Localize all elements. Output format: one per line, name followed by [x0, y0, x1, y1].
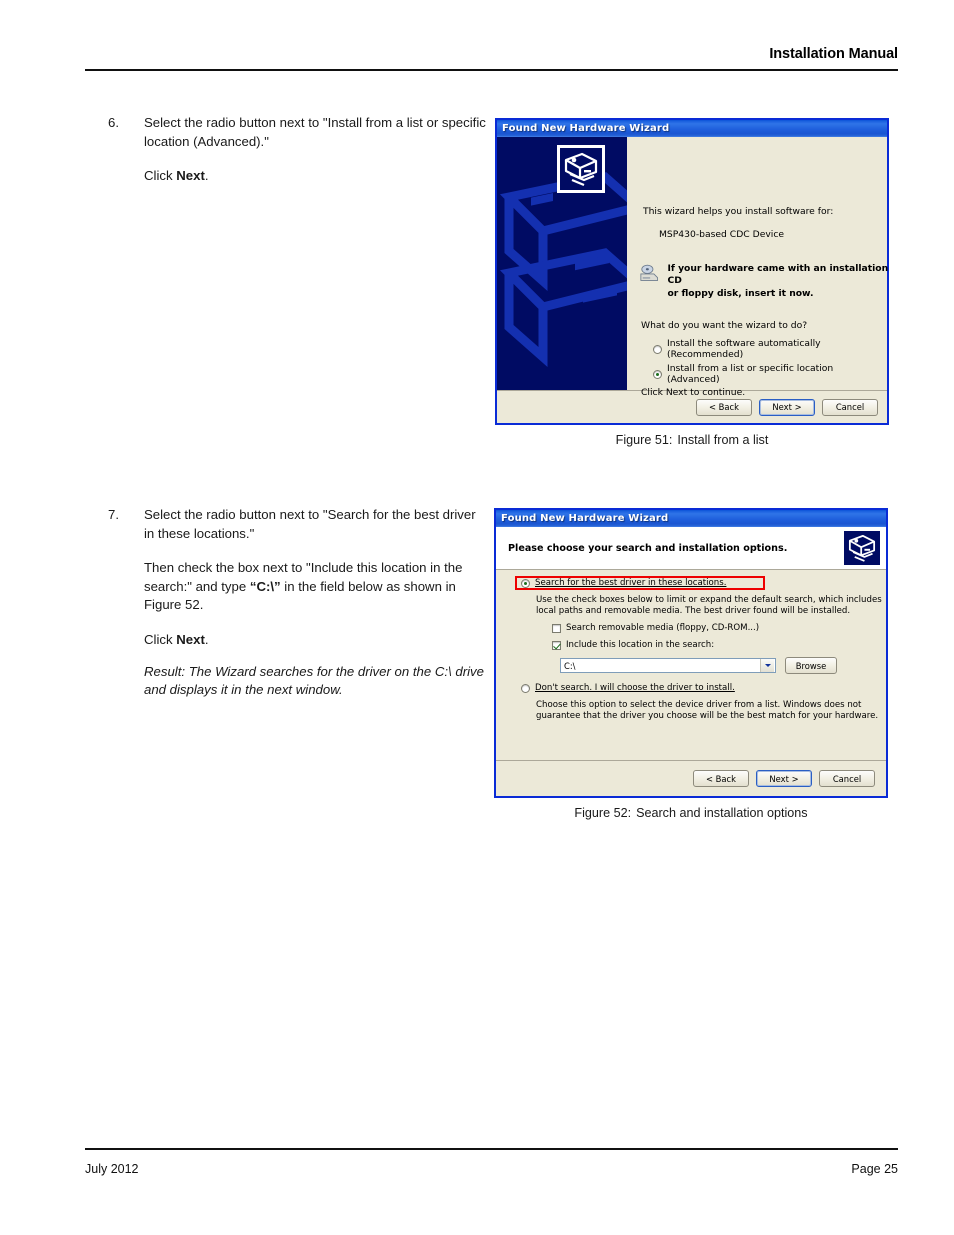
dialog-1-continue-text: Click Next to continue. [641, 387, 746, 398]
checkbox-search-removable-media-icon[interactable] [552, 623, 561, 633]
page-header: Installation Manual [85, 46, 898, 71]
dialog-2-header: Please choose your search and installati… [496, 527, 886, 570]
page-title: Installation Manual [769, 46, 898, 62]
hardware-wizard-icon [557, 145, 605, 193]
dialog-2-option1-description: Use the check boxes below to limit or ex… [536, 595, 882, 617]
cd-notice-line-2: or floppy disk, insert it now. [667, 287, 814, 299]
radio-install-automatically-icon[interactable] [653, 344, 662, 354]
step-6-body: Select the radio button next to "Install… [144, 114, 488, 186]
hardware-glyph-icon-2 [848, 534, 876, 562]
step-7-text: Select the radio button next to "Search … [144, 507, 476, 541]
dialog-1-cd-notice: If your hardware came with an installati… [639, 263, 889, 300]
footer-row: July 2012 Page 25 [85, 1162, 898, 1176]
figure-51: Found New Hardware Wizard This wizard he… [495, 118, 889, 447]
location-combobox-value: C:\ [564, 660, 576, 671]
radio-dont-search-icon[interactable] [521, 683, 530, 693]
radio-install-automatically[interactable]: Install the software automatically (Reco… [653, 338, 887, 360]
dialog-1-cancel-button[interactable]: Cancel [822, 398, 878, 416]
step-7-click-bold: Next [176, 631, 205, 647]
checkbox-search-removable-media[interactable]: Search removable media (floppy, CD-ROM..… [552, 623, 759, 633]
step-7-click-prefix: Click [144, 631, 177, 647]
figure-52-caption-text: Search and installation options [636, 806, 808, 820]
dialog-1-sidebar [497, 137, 627, 390]
step-7-click: Click Next. [144, 631, 488, 650]
step-6-click: Click Next. [144, 167, 488, 186]
dialog-2-next-button[interactable]: Next > [756, 770, 812, 787]
dialog-1-back-button[interactable]: < Back [696, 398, 752, 416]
page-footer: July 2012 Page 25 [85, 1148, 898, 1176]
browse-button[interactable]: Browse [785, 657, 837, 674]
step-7: 7. Select the radio button next to "Sear… [108, 506, 488, 700]
dialog-1-intro: This wizard helps you install software f… [643, 206, 834, 217]
radio-search-best-driver-label: Search for the best driver in these loca… [535, 578, 727, 588]
dialog-2-location-row: C:\ Browse [560, 657, 837, 674]
footer-page-number: Page 25 [851, 1162, 898, 1176]
footer-date: July 2012 [85, 1162, 139, 1176]
step-6: 6. Select the radio button next to "Inst… [108, 114, 488, 186]
footer-rule [85, 1148, 898, 1150]
hardware-wizard-icon-2 [844, 531, 880, 565]
step-6-text: Select the radio button next to "Install… [144, 115, 486, 149]
cd-notice-line-1: If your hardware came with an installati… [667, 263, 889, 287]
figure-51-caption-text: Install from a list [677, 433, 769, 447]
dialog-2-footer: < Back Next > Cancel [496, 760, 886, 796]
radio-dont-search[interactable]: Don't search. I will choose the driver t… [521, 683, 735, 693]
radio-install-from-list[interactable]: Install from a list or specific location… [653, 363, 887, 385]
radio-dont-search-label: Don't search. I will choose the driver t… [535, 683, 735, 693]
dialog-1-titlebar: Found New Hardware Wizard [497, 120, 887, 137]
dialog-1-title: Found New Hardware Wizard [502, 123, 670, 134]
dialog-2-title: Found New Hardware Wizard [501, 513, 669, 524]
dialog-2-heading: Please choose your search and installati… [508, 542, 788, 554]
dialog-1-body: This wizard helps you install software f… [497, 137, 889, 398]
step-6-number: 6. [108, 115, 119, 130]
radio-install-from-list-label: Install from a list or specific location… [667, 363, 834, 385]
dialog-1-options: Install the software automatically (Reco… [653, 338, 887, 388]
header-rule [85, 69, 898, 71]
figure-52-label: Figure 52: [574, 806, 632, 820]
dialog-1-cd-notice-text: If your hardware came with an installati… [667, 263, 889, 300]
step-7-text-2: Then check the box next to "Include this… [144, 559, 488, 615]
step-7-click-suffix: . [204, 631, 209, 647]
figure-52: Found New Hardware Wizard Please choose … [494, 508, 888, 820]
dialog-1-device-name: MSP430-based CDC Device [659, 229, 785, 240]
found-new-hardware-wizard-dialog-1: Found New Hardware Wizard This wizard he… [495, 118, 889, 425]
radio-search-best-driver[interactable]: Search for the best driver in these loca… [521, 578, 726, 588]
figure-51-label: Figure 51: [615, 433, 673, 447]
dialog-1-next-button[interactable]: Next > [759, 398, 815, 416]
location-combobox[interactable]: C:\ [560, 658, 776, 673]
step-7-path-value: “C:\” [249, 578, 281, 594]
step-6-click-prefix: Click [144, 168, 177, 184]
dialog-2-body: Search for the best driver in these loca… [496, 570, 886, 760]
dialog-2-option2-description: Choose this option to select the device … [536, 700, 879, 722]
figure-52-caption: Figure 52: Search and installation option… [494, 806, 888, 820]
step-7-body: Select the radio button next to "Search … [144, 506, 488, 700]
step-6-click-bold: Next [176, 168, 205, 184]
radio-install-from-list-icon[interactable] [653, 369, 662, 379]
found-new-hardware-wizard-dialog-2: Found New Hardware Wizard Please choose … [494, 508, 888, 798]
checkbox-include-this-location-label: Include this location in the search: [566, 640, 715, 650]
dialog-2-back-button[interactable]: < Back [693, 770, 749, 787]
checkbox-search-removable-media-label: Search removable media (floppy, CD-ROM..… [566, 623, 760, 633]
figure-51-caption: Figure 51: Install from a list [495, 433, 889, 447]
dialog-1-question: What do you want the wizard to do? [641, 320, 808, 331]
dialog-1-main: This wizard helps you install software f… [627, 137, 889, 398]
checkbox-include-this-location-icon[interactable] [552, 640, 561, 650]
chevron-down-icon[interactable] [760, 659, 774, 672]
dialog-2-cancel-button[interactable]: Cancel [819, 770, 875, 787]
radio-install-automatically-label: Install the software automatically (Reco… [667, 338, 821, 360]
dialog-2-titlebar: Found New Hardware Wizard [496, 510, 886, 527]
checkbox-include-this-location[interactable]: Include this location in the search: [552, 640, 714, 650]
step-7-number: 7. [108, 507, 119, 522]
step-6-click-suffix: . [204, 168, 209, 184]
cd-drive-icon [640, 264, 659, 281]
step-7-result: Result: The Wizard searches for the driv… [144, 663, 484, 698]
hardware-glyph-icon [564, 152, 598, 187]
radio-search-best-driver-icon[interactable] [521, 578, 530, 588]
